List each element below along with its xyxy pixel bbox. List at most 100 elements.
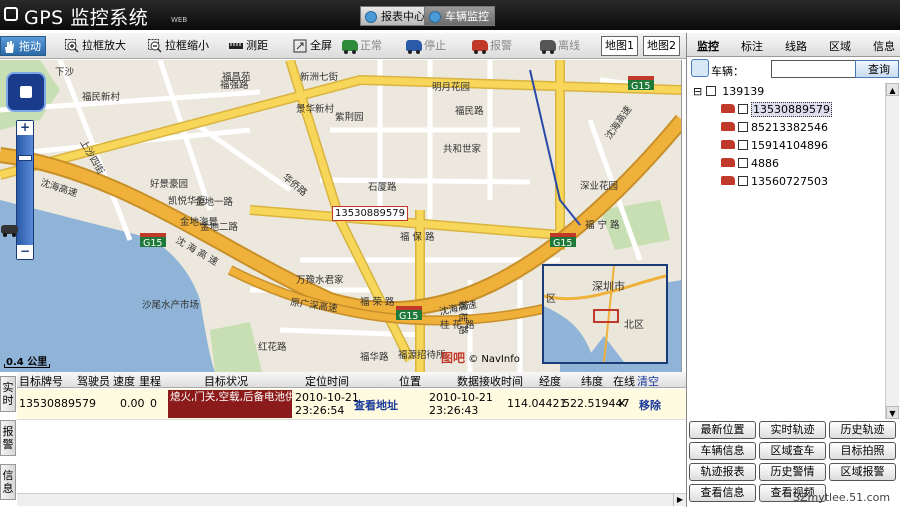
map-brand: 图吧 © NavInfo [441, 349, 520, 366]
history-track-button[interactable]: 历史轨迹 [829, 421, 896, 439]
poi-label: 紫荆园 [335, 111, 364, 123]
hand-icon [5, 41, 14, 53]
checkbox[interactable] [738, 140, 748, 150]
tab-route[interactable]: 线路 [785, 38, 807, 54]
road-label: 桂 花 路 [440, 319, 475, 331]
filter-offline-button[interactable]: 离线 [540, 36, 580, 56]
svg-text:G15: G15 [399, 311, 418, 322]
car-red-icon [721, 122, 735, 131]
tree-vehicle[interactable]: 13560727503 [721, 175, 828, 191]
highway-shield: G15 [140, 233, 166, 249]
checkbox[interactable] [738, 176, 748, 186]
fullscreen-label: 全屏 [310, 39, 332, 52]
cell-recv-date: 2010-10-21 [429, 391, 493, 404]
vehicle-search-input[interactable] [771, 60, 863, 78]
car-red-icon [472, 40, 488, 54]
view-info-button[interactable]: 查看信息 [689, 484, 756, 502]
tab-report-center[interactable]: 报表中心 [360, 6, 431, 26]
tab-info[interactable]: 信息 [873, 38, 895, 54]
tab-vehicle-monitor[interactable]: 车辆监控 [424, 6, 495, 26]
table-row[interactable]: 13530889579 0.00 0 熄火,门关,空载,后备电池供电,定位数据 … [17, 389, 686, 420]
tab-annotation[interactable]: 标注 [741, 38, 763, 54]
vehicle-label: 13560727503 [751, 175, 828, 188]
poi-label: 沙尾水产市场 [142, 299, 199, 311]
col-driver: 驾驶员 [77, 375, 110, 388]
filter-alarm-button[interactable]: 报警 [472, 36, 512, 56]
vehicle-tag[interactable]: 13530889579 [332, 206, 408, 221]
side-tab-realtime[interactable]: 实时 [0, 376, 16, 412]
vehicle-label: 15914104896 [751, 139, 828, 152]
latest-position-button[interactable]: 最新位置 [689, 421, 756, 439]
grid-header: 目标牌号 驾驶员 速度 里程 目标状况 定位时间 位置 数据接收时间 经度 纬度… [17, 372, 686, 388]
clear-all-link[interactable]: 清空 [637, 373, 659, 389]
tree-root[interactable]: ⊟ 139139 [693, 85, 764, 101]
car-red-icon [721, 104, 735, 113]
road-label: 石厦路 [368, 181, 397, 193]
poi-label: 明月花园 [432, 81, 470, 93]
col-lat: 纬度 [581, 375, 603, 388]
map-pan-control[interactable] [6, 72, 46, 112]
search-button[interactable]: 查询 [855, 60, 899, 78]
history-alarm-button[interactable]: 历史警情 [759, 463, 826, 481]
map-toolbar: 拖动 拉框放大 拉框缩小 测距 全屏 正常 停止 报警 离线 地图1 地图2 [0, 33, 686, 59]
realtime-track-button[interactable]: 实时轨迹 [759, 421, 826, 439]
track-report-button[interactable]: 轨迹报表 [689, 463, 756, 481]
tree-vehicle[interactable]: 13530889579 [721, 102, 832, 119]
filter-normal-button[interactable]: 正常 [342, 36, 382, 56]
tab-monitor[interactable]: 监控 [697, 38, 719, 54]
poi-label: 金地海景 [180, 216, 218, 228]
vehicle-label: 4886 [751, 157, 779, 170]
fullscreen-button[interactable]: 全屏 [292, 36, 332, 56]
pan-button[interactable]: 拖动 [0, 36, 46, 56]
svg-text:G15: G15 [631, 81, 650, 92]
report-icon [365, 11, 377, 23]
zoom-slider[interactable]: + − [16, 120, 34, 260]
target-photo-button[interactable]: 目标拍照 [829, 442, 896, 460]
zoom-slider-thumb[interactable] [18, 155, 32, 161]
map1-button[interactable]: 地图1 [601, 36, 638, 56]
area-alarm-button[interactable]: 区域报警 [829, 463, 896, 481]
checkbox[interactable] [705, 86, 716, 96]
scroll-right-icon[interactable]: ▶ [673, 494, 686, 506]
collapse-icon[interactable]: ⊟ [693, 85, 702, 98]
view-address-link[interactable]: 查看地址 [354, 397, 398, 413]
right-tabs: 监控 标注 线路 区域 信息 [687, 33, 900, 57]
grid-horizontal-scrollbar[interactable]: ▶ [17, 493, 686, 506]
vehicle-marker-icon[interactable] [0, 223, 20, 237]
map-view[interactable]: G15 G15 G15 G15 沈海高速 沈 海 高 速 沈海高速 沈海高速 原… [0, 60, 682, 372]
tab-report-center-label: 报表中心 [381, 10, 425, 23]
road-label: 福民路 [455, 105, 484, 117]
overview-map[interactable]: 深圳市 北区 区 [542, 264, 668, 364]
tree-vertical-scrollbar[interactable]: ▲ ▼ [885, 83, 899, 419]
filter-stopped-button[interactable]: 停止 [406, 36, 446, 56]
checkbox[interactable] [738, 104, 748, 114]
tree-vehicle[interactable]: 15914104896 [721, 139, 828, 155]
poi-label: 凯悦华庭 [168, 195, 207, 207]
map-scale-bar [4, 364, 50, 368]
zoom-out-box-button[interactable]: 拉框缩小 [147, 36, 209, 56]
cell-status: 熄火,门关,空载,后备电池供电,定位数据 [168, 390, 292, 418]
zoom-plus-button[interactable]: + [17, 121, 33, 135]
tree-vehicle[interactable]: 85213382546 [721, 121, 828, 137]
area-search-button[interactable]: 区域查车 [759, 442, 826, 460]
tree-vehicle[interactable]: 4886 [721, 157, 779, 173]
vehicle-info-button[interactable]: 车辆信息 [689, 442, 756, 460]
side-tab-alarm[interactable]: 报警 [0, 420, 16, 456]
highway-shield: G15 [396, 306, 422, 322]
map2-button[interactable]: 地图2 [643, 36, 680, 56]
svg-text:北区: 北区 [624, 319, 644, 331]
road-label: 福华路 [360, 351, 389, 363]
zoom-in-icon [65, 39, 79, 53]
col-online: 在线 [613, 375, 635, 388]
scroll-up-icon[interactable]: ▲ [886, 83, 899, 96]
checkbox[interactable] [738, 122, 748, 132]
measure-button[interactable]: 测距 [228, 36, 268, 56]
checkbox[interactable] [738, 158, 748, 168]
zoom-in-box-button[interactable]: 拉框放大 [64, 36, 126, 56]
scroll-down-icon[interactable]: ▼ [886, 406, 899, 419]
tab-area[interactable]: 区域 [829, 38, 851, 54]
side-tab-info[interactable]: 信息 [0, 464, 16, 500]
remove-link[interactable]: 移除 [639, 397, 661, 413]
cell-mileage: 0 [150, 397, 157, 410]
zoom-minus-button[interactable]: − [17, 245, 33, 259]
